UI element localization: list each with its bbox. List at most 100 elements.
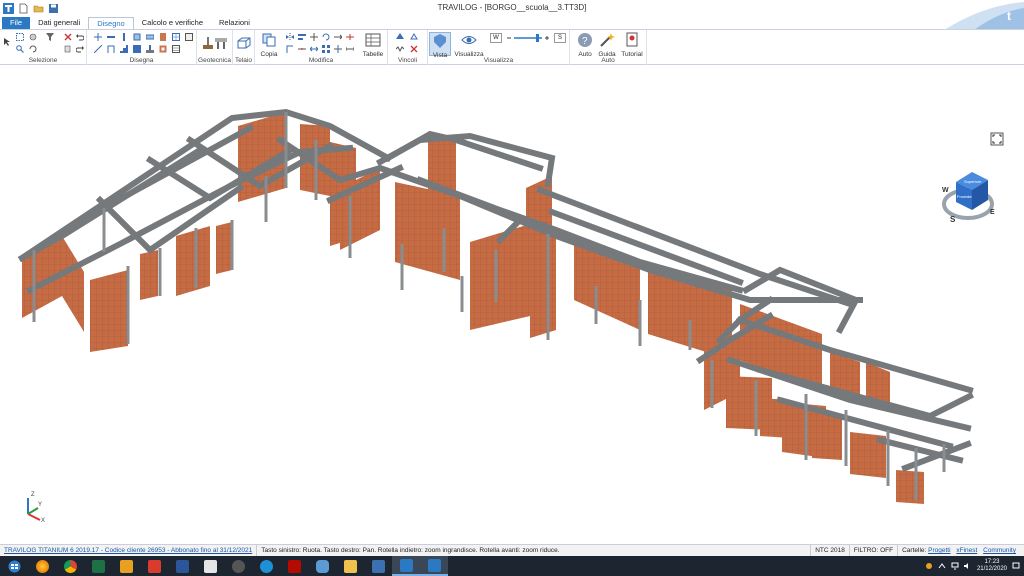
app-logo-icon[interactable] xyxy=(3,2,14,14)
new-file-icon[interactable] xyxy=(18,3,29,14)
trim-icon[interactable] xyxy=(334,45,342,53)
group-vincoli: Vincoli xyxy=(388,30,428,65)
tutorial-button[interactable]: Tutorial xyxy=(618,32,646,58)
taskbar-cloud[interactable] xyxy=(252,556,280,576)
taskbar-travilog-1[interactable] xyxy=(392,556,420,576)
copy-icon[interactable] xyxy=(64,45,72,53)
tab-calcolo-verifiche[interactable]: Calcolo e verifiche xyxy=(134,17,211,29)
taskbar-firefox[interactable] xyxy=(28,556,56,576)
pan-hand-icon[interactable] xyxy=(29,33,37,41)
building-model-3d[interactable] xyxy=(0,66,1024,544)
volume-icon[interactable] xyxy=(963,562,972,570)
zoom-icon[interactable] xyxy=(16,45,24,53)
align-icon[interactable] xyxy=(298,33,306,41)
draw-slab-icon[interactable] xyxy=(146,33,154,41)
split-icon[interactable] xyxy=(346,33,354,41)
offset-icon[interactable] xyxy=(286,45,294,53)
taskbar-chat[interactable] xyxy=(308,556,336,576)
measure-icon[interactable] xyxy=(346,45,354,53)
taskbar-chrome[interactable] xyxy=(56,556,84,576)
constraint-fixed-icon[interactable] xyxy=(396,33,404,41)
save-icon[interactable] xyxy=(48,3,59,14)
frame-3d-icon[interactable] xyxy=(237,37,251,49)
view-w-button[interactable]: W xyxy=(490,33,502,43)
spring-icon[interactable] xyxy=(396,45,404,53)
taskbar-excel[interactable] xyxy=(84,556,112,576)
draw-stair-icon[interactable] xyxy=(120,45,128,53)
cube-face-top[interactable]: Superiore xyxy=(964,179,982,184)
draw-shell-icon[interactable] xyxy=(133,33,141,41)
tab-disegno[interactable]: Disegno xyxy=(88,17,134,29)
move-icon[interactable] xyxy=(310,33,318,41)
view-cube[interactable]: Superiore Frontale W S E xyxy=(940,166,1000,226)
start-button[interactable] xyxy=(0,556,28,576)
filter-status[interactable]: FILTRO: OFF xyxy=(850,545,899,556)
join-icon[interactable] xyxy=(298,45,306,53)
draw-table-icon[interactable] xyxy=(172,45,180,53)
taskbar-app-red[interactable] xyxy=(140,556,168,576)
taskbar-folder[interactable] xyxy=(336,556,364,576)
guide-button[interactable]: Guida xyxy=(597,32,617,58)
draw-column-icon[interactable] xyxy=(120,33,128,41)
taskbar-camera[interactable] xyxy=(224,556,252,576)
draw-opening-icon[interactable] xyxy=(159,45,167,53)
link-xfinest[interactable]: xFinest xyxy=(956,547,977,554)
rotate-element-icon[interactable] xyxy=(322,33,330,41)
network-icon[interactable] xyxy=(951,562,959,570)
draw-node-icon[interactable] xyxy=(94,33,102,41)
draw-beam-icon[interactable] xyxy=(107,33,115,41)
undo-icon[interactable] xyxy=(76,33,84,41)
delete-icon[interactable] xyxy=(64,33,72,41)
link-progetti[interactable]: Progetti xyxy=(928,547,950,554)
view-s-button[interactable]: S xyxy=(554,33,566,43)
clock[interactable]: 17:23 21/12/2020 xyxy=(977,559,1007,573)
compass-e[interactable]: E xyxy=(990,209,995,216)
tab-relazioni[interactable]: Relazioni xyxy=(211,17,258,29)
tables-button[interactable]: Tabelle xyxy=(359,32,387,58)
taskbar-outlook[interactable] xyxy=(112,556,140,576)
view-button[interactable]: Vista xyxy=(429,32,451,59)
soil-icon[interactable] xyxy=(203,37,213,49)
tab-file[interactable]: File xyxy=(2,17,31,29)
notification-icon[interactable] xyxy=(1012,562,1020,570)
pile-icon[interactable] xyxy=(215,37,227,49)
compass-w[interactable]: W xyxy=(942,187,949,194)
draw-foundation-icon[interactable] xyxy=(146,45,154,53)
taskbar-acrobat[interactable] xyxy=(280,556,308,576)
rotate-icon[interactable] xyxy=(29,45,37,53)
auto-button[interactable]: ? Auto xyxy=(574,32,596,58)
chevron-up-icon[interactable] xyxy=(938,562,946,570)
tab-dati-generali[interactable]: Dati generali xyxy=(30,17,88,29)
fit-view-icon[interactable] xyxy=(990,132,1004,146)
draw-wall-icon[interactable] xyxy=(159,33,167,41)
taskbar-app-blue[interactable] xyxy=(364,556,392,576)
pointer-icon[interactable] xyxy=(3,38,11,46)
model-viewport[interactable]: Superiore Frontale W S E xyxy=(0,66,1024,544)
filter-icon[interactable] xyxy=(46,33,54,41)
tray-app-icon[interactable] xyxy=(925,562,933,570)
cube-face-front[interactable]: Frontale xyxy=(957,194,972,199)
array-icon[interactable] xyxy=(322,45,330,53)
taskbar-notepad[interactable] xyxy=(196,556,224,576)
slider-control[interactable] xyxy=(506,33,550,43)
draw-panel-icon[interactable] xyxy=(133,45,141,53)
compass-s[interactable]: S xyxy=(950,215,956,224)
mirror-icon[interactable] xyxy=(286,33,294,41)
draw-grid-icon[interactable] xyxy=(185,33,193,41)
stretch-icon[interactable] xyxy=(310,45,318,53)
taskbar-travilog-2[interactable] xyxy=(420,556,448,576)
taskbar-word[interactable] xyxy=(168,556,196,576)
license-status[interactable]: TRAVILOG TITANIUM 6 2019.17 - Codice cli… xyxy=(0,545,258,556)
draw-mesh-icon[interactable] xyxy=(172,33,180,41)
constraint-hinge-icon[interactable] xyxy=(410,33,418,41)
extend-icon[interactable] xyxy=(334,33,342,41)
draw-frame-icon[interactable] xyxy=(107,45,115,53)
select-window-icon[interactable] xyxy=(16,33,24,41)
release-icon[interactable] xyxy=(410,45,418,53)
redo-icon[interactable] xyxy=(76,45,84,53)
copy-button[interactable]: Copia xyxy=(258,32,280,58)
link-community[interactable]: Community xyxy=(983,547,1016,554)
open-folder-icon[interactable] xyxy=(33,3,44,14)
draw-line-icon[interactable] xyxy=(94,45,102,53)
display-button[interactable]: Visualizza xyxy=(452,32,486,58)
